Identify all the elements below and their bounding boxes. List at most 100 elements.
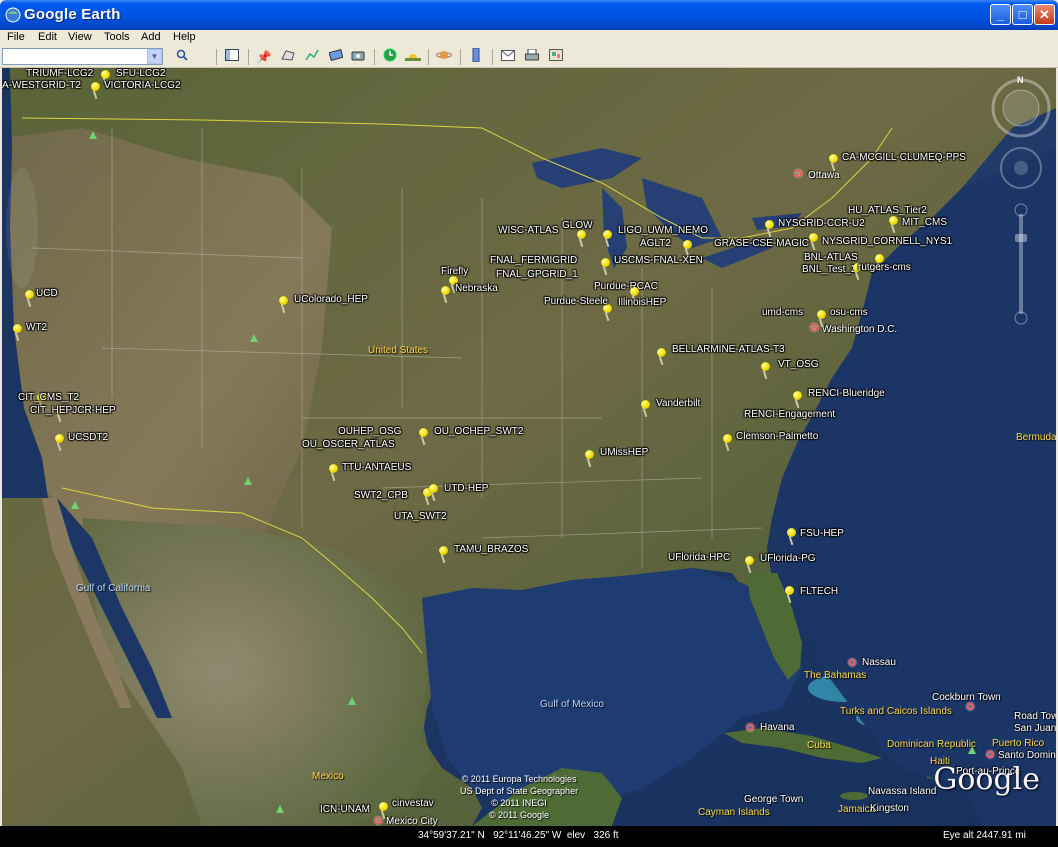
site-label[interactable]: MIT_CMS <box>902 217 947 228</box>
capital-star-icon[interactable]: ✪ <box>374 817 382 827</box>
placemark-pin[interactable] <box>888 216 898 232</box>
site-label[interactable]: NYSGRID-CCR-U2 <box>778 218 865 229</box>
volcano-marker[interactable] <box>71 501 79 509</box>
placemark-pin[interactable] <box>816 310 826 326</box>
site-label[interactable]: NYSGRID_CORNELL_NYS1 <box>822 236 952 247</box>
placemark-pin[interactable] <box>828 154 838 170</box>
site-label[interactable]: TRIUMF-LCG2 <box>26 68 93 79</box>
volcano-marker[interactable] <box>250 334 258 342</box>
search-button[interactable] <box>172 48 192 66</box>
site-label[interactable]: OU_OSCER_ATLAS <box>302 439 395 450</box>
site-label[interactable]: WT2 <box>26 322 47 333</box>
close-button[interactable]: ✕ <box>1034 4 1055 25</box>
switch-planet-button[interactable] <box>434 48 454 66</box>
placemark-pin[interactable] <box>786 528 796 544</box>
capital-star-icon[interactable]: ✪ <box>966 703 974 713</box>
capital-star-icon[interactable]: ✪ <box>794 170 802 180</box>
maximize-button[interactable]: □ <box>1012 4 1033 25</box>
minimize-button[interactable]: _ <box>990 4 1011 25</box>
placemark-pin[interactable] <box>54 434 64 450</box>
site-label[interactable]: VICTORIA-LCG2 <box>104 80 181 91</box>
site-label[interactable]: A-WESTGRID-T2 <box>2 80 81 91</box>
placemark-pin[interactable] <box>808 233 818 249</box>
site-label[interactable]: SWT2_CPB <box>354 490 408 501</box>
site-label[interactable]: CIT_HEPJCR-HEP <box>30 405 116 416</box>
placemark-pin[interactable] <box>418 428 428 444</box>
email-button[interactable] <box>498 48 518 66</box>
placemark-pin[interactable] <box>744 556 754 572</box>
menu-add[interactable]: Add <box>141 31 161 43</box>
print-button[interactable] <box>522 48 542 66</box>
placemark-pin[interactable] <box>792 391 802 407</box>
site-label[interactable]: TTU-ANTAEUS <box>342 462 411 473</box>
placemark-pin[interactable] <box>12 324 22 340</box>
placemark-pin[interactable] <box>328 464 338 480</box>
placemark-pin[interactable] <box>378 802 388 818</box>
placemark-pin[interactable] <box>278 296 288 312</box>
menu-edit[interactable]: Edit <box>38 31 57 43</box>
volcano-marker[interactable] <box>348 697 356 705</box>
site-label[interactable]: FLTECH <box>800 586 838 597</box>
volcano-marker[interactable] <box>244 477 252 485</box>
site-label[interactable]: ICN-UNAM <box>320 804 370 815</box>
capital-star-icon[interactable]: ✪ <box>986 751 994 761</box>
site-label[interactable]: Purdue-Steele <box>544 296 608 307</box>
site-label[interactable]: Nebraska <box>455 283 498 294</box>
site-label[interactable]: OU_OCHEP_SWT2 <box>434 426 523 437</box>
menu-tools[interactable]: Tools <box>104 31 130 43</box>
historical-imagery-button[interactable] <box>380 48 400 66</box>
site-label[interactable]: UCSDT2 <box>68 432 108 443</box>
placemark-pin[interactable] <box>90 82 100 98</box>
site-label[interactable]: UFlorida-HPC <box>668 552 730 563</box>
site-label[interactable]: rutgers-cms <box>858 262 911 273</box>
navigation-controls[interactable]: N <box>990 74 1052 344</box>
site-label[interactable]: IllinoisHEP <box>618 297 666 308</box>
site-label[interactable]: UTD-HEP <box>444 483 488 494</box>
site-label[interactable]: Clemson-Palmetto <box>736 431 818 442</box>
site-label[interactable]: osu-cms <box>830 307 868 318</box>
site-label[interactable]: HU_ATLAS_Tier2 <box>848 205 927 216</box>
site-label[interactable]: BELLARMINE-ATLAS-T3 <box>672 344 785 355</box>
site-label[interactable]: TAMU_BRAZOS <box>454 544 528 555</box>
placemark-pin[interactable] <box>760 362 770 378</box>
record-tour-button[interactable] <box>348 48 368 66</box>
placemark-pin[interactable] <box>640 400 650 416</box>
ruler-button[interactable] <box>466 47 486 66</box>
placemark-pin[interactable] <box>438 546 448 562</box>
site-label[interactable]: USCMS-FNAL-XEN <box>614 255 703 266</box>
site-label[interactable]: RENCI-Engagement <box>744 409 835 420</box>
site-label[interactable]: AGLT2 <box>640 238 671 249</box>
site-label[interactable]: BNL_Test_2 <box>802 264 856 275</box>
site-label[interactable]: UMissHEP <box>600 447 648 458</box>
site-label[interactable]: LIGO_UWM_NEMO <box>618 225 708 236</box>
placemark-pin[interactable] <box>24 290 34 306</box>
add-path-button[interactable] <box>302 48 322 66</box>
site-label[interactable]: SFU-LCG2 <box>116 68 165 79</box>
site-label[interactable]: umd-cms <box>762 307 803 318</box>
site-label[interactable]: VT_OSG <box>778 359 819 370</box>
add-polygon-button[interactable] <box>278 48 298 66</box>
site-label[interactable]: BNL-ATLAS <box>804 252 858 263</box>
site-label[interactable]: cinvestav <box>392 798 434 809</box>
capital-star-icon[interactable]: ✪ <box>746 724 754 734</box>
add-placemark-button[interactable]: 📌 <box>254 48 274 66</box>
site-label[interactable]: FSU-HEP <box>800 528 844 539</box>
placemark-pin[interactable] <box>602 230 612 246</box>
site-label[interactable]: WISC-ATLAS <box>498 225 558 236</box>
site-label[interactable]: UColorado_HEP <box>294 294 368 305</box>
placemark-pin[interactable] <box>764 220 774 236</box>
view-in-google-maps-button[interactable] <box>546 48 566 66</box>
site-label[interactable]: GLOW <box>562 220 593 231</box>
site-label[interactable]: UFlorida-PG <box>760 553 816 564</box>
search-input[interactable] <box>2 48 163 65</box>
menu-file[interactable]: File <box>7 31 25 43</box>
site-label[interactable]: CA-MCGILL-CLUMEQ-PPS <box>842 152 966 163</box>
menu-help[interactable]: Help <box>173 31 196 43</box>
sidebar-toggle-button[interactable] <box>222 48 242 66</box>
placemark-pin[interactable] <box>682 240 692 256</box>
site-label[interactable]: UCD <box>36 288 58 299</box>
placemark-pin[interactable] <box>656 348 666 364</box>
earth-3d-view[interactable]: United States Mexico Cuba The Bahamas Tu… <box>2 68 1056 826</box>
site-label[interactable]: OUHEP_OSG <box>338 426 401 437</box>
placemark-pin[interactable] <box>428 484 438 500</box>
